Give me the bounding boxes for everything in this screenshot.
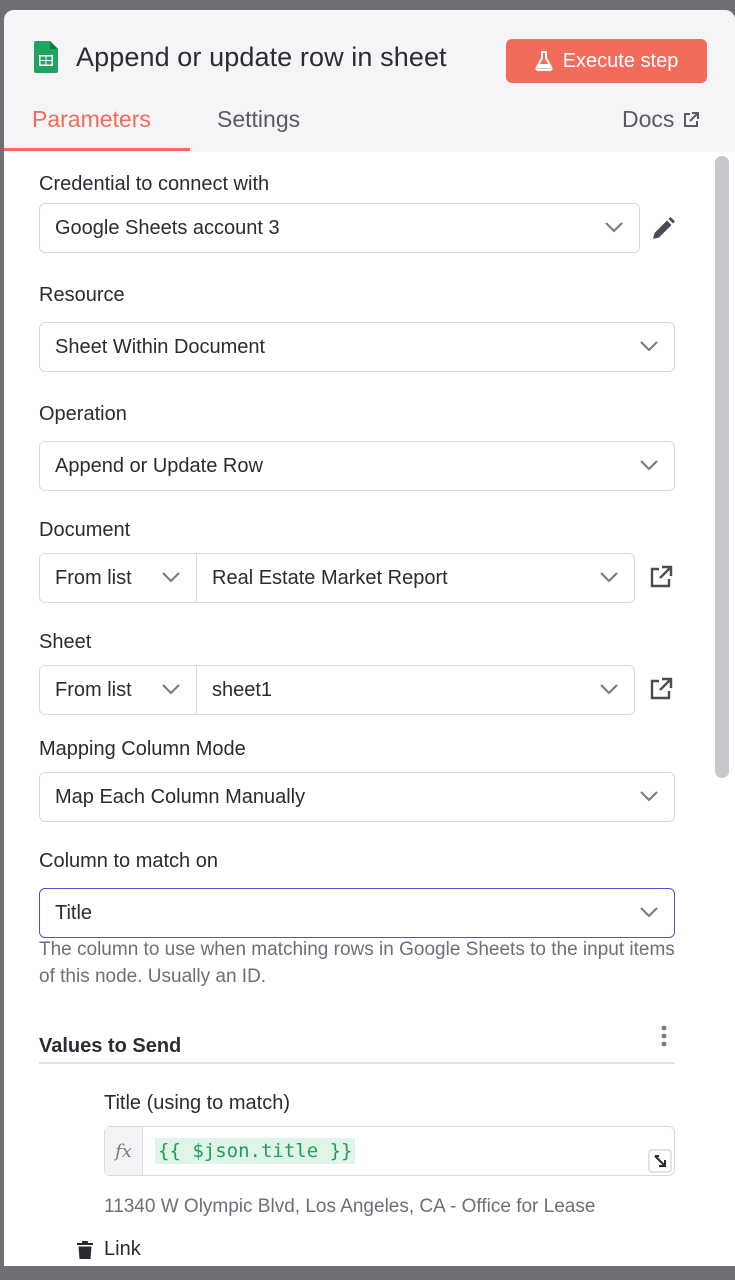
operation-select[interactable]: Append or Update Row [39,441,675,491]
sheet-label: Sheet [39,631,92,653]
sheet-value: sheet1 [212,678,273,701]
active-tab-indicator [4,148,190,151]
title-field-label: Title (using to match) [104,1092,290,1114]
chevron-down-icon [600,684,618,695]
external-link-icon [684,111,700,127]
mapping-mode-label: Mapping Column Mode [39,738,246,760]
fx-icon: fx [105,1127,143,1175]
expand-editor-icon[interactable] [648,1149,672,1173]
google-sheets-icon [34,41,58,73]
chevron-down-icon [640,791,658,802]
execute-step-button[interactable]: Execute step [506,39,707,83]
open-sheet-external-link-icon[interactable] [649,677,673,701]
canvas-background-strip [0,1266,735,1280]
tab-docs[interactable]: Docs [622,106,700,133]
section-divider [39,1062,675,1064]
resource-select[interactable]: Sheet Within Document [39,322,675,372]
credential-select[interactable]: Google Sheets account 3 [39,203,640,253]
match-column-hint: The column to use when matching rows in … [39,939,675,987]
node-panel: Append or update row in sheet Execute st… [4,10,735,1280]
document-selector: From list Real Estate Market Report [39,553,635,603]
document-value-select[interactable]: Real Estate Market Report [197,554,634,602]
resource-label: Resource [39,284,125,306]
title-expression-input[interactable]: fx {{ $json.title }} [104,1126,675,1176]
link-field-label: Link [104,1238,141,1260]
chevron-down-icon [162,684,180,695]
match-column-select[interactable]: Title [39,888,675,938]
chevron-down-icon [162,572,180,583]
values-to-send-title: Values to Send [39,1035,182,1057]
tab-bar: Parameters Settings Docs [4,106,735,152]
chevron-down-icon [600,572,618,583]
chevron-down-icon [640,907,658,918]
match-column-value: Title [55,901,93,924]
mapping-mode-select[interactable]: Map Each Column Manually [39,772,675,822]
tab-settings[interactable]: Settings [217,106,300,133]
flask-icon [535,51,553,71]
mapping-mode-value: Map Each Column Manually [55,785,306,808]
operation-label: Operation [39,403,127,425]
title-expression-preview: 11340 W Olympic Blvd, Los Angeles, CA - … [104,1196,596,1217]
operation-value: Append or Update Row [55,454,263,477]
resource-value: Sheet Within Document [55,335,266,358]
sheet-mode-select[interactable]: From list [40,666,197,714]
document-value: Real Estate Market Report [212,566,448,589]
credential-value: Google Sheets account 3 [55,216,280,239]
scrollbar-thumb[interactable] [715,156,729,778]
parameters-form: Credential to connect with Google Sheets… [4,152,711,1280]
panel-header: Append or update row in sheet Execute st… [4,10,735,152]
chevron-down-icon [640,341,658,352]
tab-parameters[interactable]: Parameters [32,106,151,133]
document-label: Document [39,519,131,541]
title-expression-value: {{ $json.title }} [155,1138,356,1164]
sheet-mode-value: From list [55,678,132,701]
open-document-external-link-icon[interactable] [649,565,673,589]
sheet-selector: From list sheet1 [39,665,635,715]
trash-icon[interactable] [76,1240,94,1260]
document-mode-select[interactable]: From list [40,554,197,602]
document-mode-value: From list [55,566,132,589]
edit-credential-pencil-icon[interactable] [650,216,676,242]
execute-step-label: Execute step [562,49,679,72]
tab-docs-label: Docs [622,106,675,132]
credential-label: Credential to connect with [39,173,270,195]
node-title: Append or update row in sheet [76,42,447,72]
sheet-value-select[interactable]: sheet1 [197,666,634,714]
chevron-down-icon [605,222,623,233]
chevron-down-icon [640,460,658,471]
more-options-icon[interactable] [658,1024,670,1048]
match-column-label: Column to match on [39,850,218,872]
